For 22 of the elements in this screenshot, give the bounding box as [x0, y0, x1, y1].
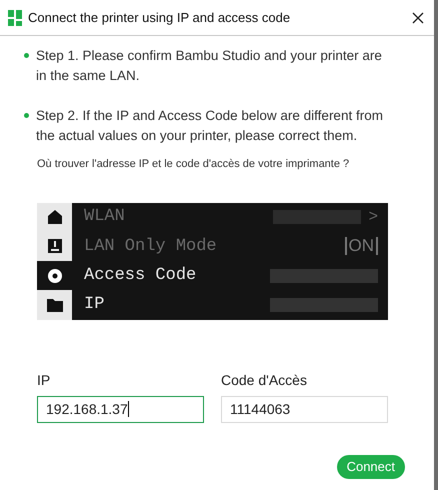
field-label: IP: [37, 370, 52, 390]
field-label: Code d'Accès: [221, 370, 308, 390]
help-link[interactable]: Où trouver l'adresse IP et le code d'accès de votre imprimante ?: [37, 156, 434, 172]
app-logo-icon: [8, 10, 22, 26]
gear-icon: [46, 268, 62, 284]
menu-label: Access Code: [84, 264, 196, 287]
bullet-icon: [24, 113, 29, 118]
input-field[interactable]: 192.168.1.37: [37, 396, 204, 422]
step-text: Step 2. If the IP and Access Code below are different from the actual values on your printer, please correct them.: [36, 107, 384, 145]
input-field[interactable]: 11144063: [221, 396, 388, 422]
bullet-icon: [24, 53, 29, 58]
step-text: Step 1. Please confirm Bambu Studio and your printer are in the same LAN.: [36, 47, 383, 85]
menu-label: IP: [84, 294, 104, 316]
tray-icon: [46, 238, 62, 254]
menu-label: WLAN: [84, 206, 125, 228]
folder-icon: [46, 298, 62, 312]
window-title: Connect the printer using IP and access code: [28, 8, 290, 27]
chevron-text: >: [368, 207, 378, 228]
house-icon: [46, 209, 62, 226]
toggle-value: ON: [344, 237, 378, 256]
menu-label: LAN Only Mode: [84, 236, 217, 258]
close-icon[interactable]: [412, 12, 424, 24]
